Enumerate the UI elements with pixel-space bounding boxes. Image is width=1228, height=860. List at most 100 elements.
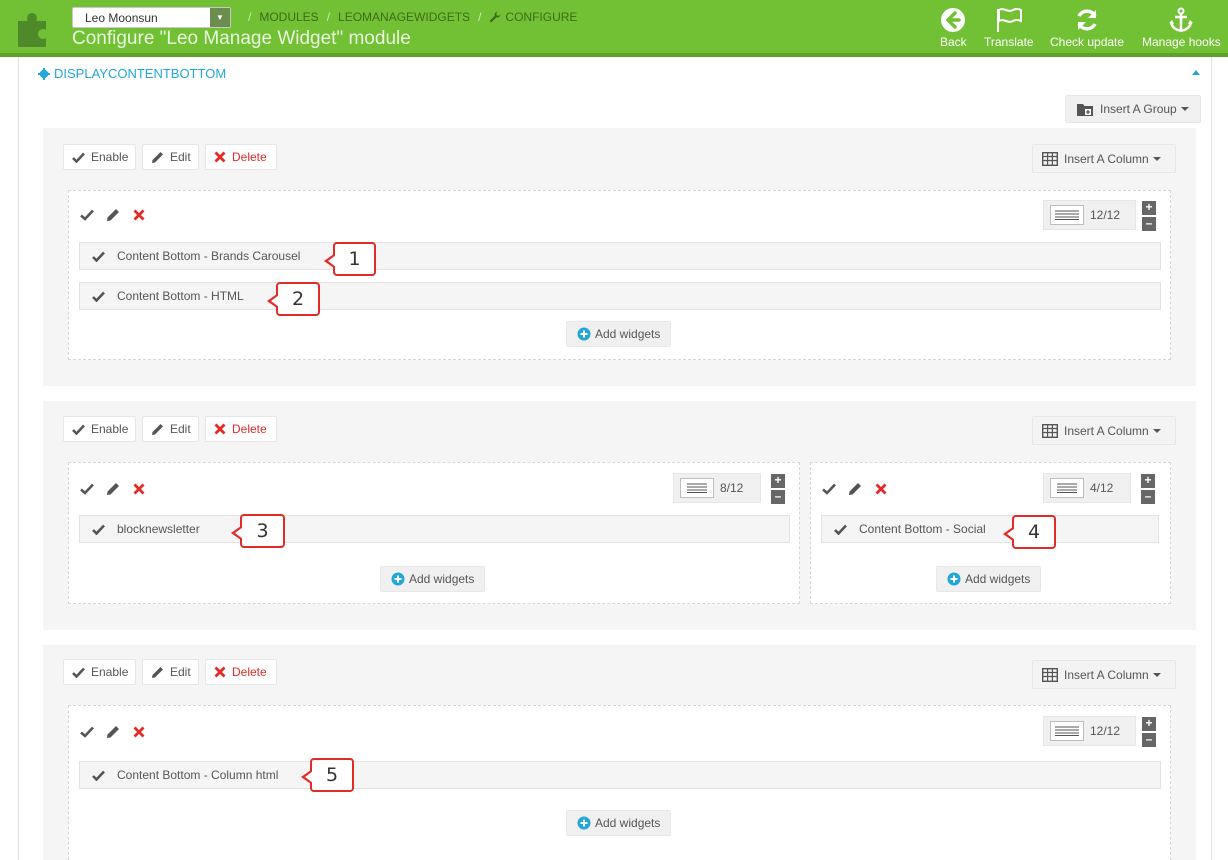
back-arrow-icon (941, 8, 966, 32)
annotation-callout-1: 1 (324, 242, 376, 276)
pencil-icon (152, 151, 163, 163)
table-icon (1042, 423, 1058, 438)
check-icon (72, 152, 85, 163)
increase-width-button[interactable]: + (1142, 717, 1156, 731)
annotation-callout-4: 4 (1003, 515, 1056, 549)
close-icon (214, 151, 226, 163)
delete-label: Delete (232, 150, 267, 164)
widget-label: Content Bottom - HTML (117, 289, 244, 303)
delete-label: Delete (232, 422, 267, 436)
insert-column-button[interactable]: Insert A Column (1032, 660, 1176, 689)
breadcrumb-leomanagewidgets[interactable]: LEOMANAGEWIDGETS (338, 10, 470, 24)
plus-circle-icon (947, 572, 961, 586)
widget-label: Content Bottom - Social (859, 522, 986, 536)
add-widgets-button[interactable]: Add widgets (936, 566, 1042, 592)
breadcrumb-modules[interactable]: MODULES (259, 10, 318, 24)
widget-label: blocknewsletter (117, 522, 200, 536)
insert-column-label: Insert A Column (1064, 423, 1149, 438)
puzzle-module-icon (18, 13, 46, 47)
pencil-icon[interactable] (106, 482, 120, 496)
delete-button[interactable]: Delete (205, 144, 277, 170)
shop-select-value: Leo Moonsun (85, 11, 158, 25)
insert-column-button[interactable]: Insert A Column (1032, 144, 1176, 173)
check-icon[interactable] (80, 483, 94, 495)
caret-down-icon (1152, 428, 1161, 433)
close-icon[interactable] (875, 483, 887, 495)
decrease-width-button[interactable]: – (1142, 733, 1156, 747)
column-width-value: 12/12 (1090, 724, 1121, 738)
pencil-icon[interactable] (106, 208, 120, 222)
decrease-width-button[interactable]: – (771, 490, 785, 504)
decrease-width-button[interactable]: – (1141, 490, 1155, 504)
back-label: Back (940, 35, 967, 49)
insert-column-label: Insert A Column (1064, 151, 1149, 166)
insert-group-button[interactable]: Insert A Group (1065, 95, 1201, 123)
check-icon (92, 251, 105, 262)
section-title[interactable]: DISPLAYCONTENTBOTTOM (38, 66, 226, 81)
column-width-dropdown[interactable]: 12/12 (1043, 716, 1136, 746)
edit-button[interactable]: Edit (142, 144, 199, 170)
back-button[interactable]: Back (940, 7, 967, 49)
close-icon[interactable] (133, 726, 145, 738)
check-icon[interactable] (822, 483, 836, 495)
manage-hooks-button[interactable]: Manage hooks (1142, 7, 1221, 49)
widget-row[interactable]: Content Bottom - Brands Carousel (79, 242, 1161, 270)
page-title: Configure "Leo Manage Widget" module (72, 28, 411, 49)
enable-label: Enable (91, 150, 129, 164)
increase-width-button[interactable]: + (1141, 474, 1155, 488)
check-icon (92, 524, 105, 535)
enable-button[interactable]: Enable (63, 659, 136, 685)
widget-row[interactable]: Content Bottom - Column html (79, 761, 1161, 789)
add-widgets-button[interactable]: Add widgets (380, 566, 486, 592)
delete-button[interactable]: Delete (205, 416, 277, 442)
decrease-width-button[interactable]: – (1142, 217, 1156, 231)
widget-row[interactable]: Content Bottom - HTML (79, 282, 1161, 310)
widget-label: Content Bottom - Brands Carousel (117, 249, 301, 263)
shop-select[interactable]: Leo Moonsun ▼ (72, 7, 231, 28)
add-widgets-button[interactable]: Add widgets (566, 810, 672, 836)
column-width-icon (680, 478, 714, 498)
check-icon (72, 424, 85, 435)
edit-label: Edit (170, 150, 191, 164)
top-header: Leo Moonsun ▼ / MODULES / LEOMANAGEWIDGE… (0, 0, 1228, 57)
column-width-dropdown[interactable]: 4/12 (1043, 473, 1131, 503)
check-icon[interactable] (80, 726, 94, 738)
edit-button[interactable]: Edit (142, 659, 199, 685)
increase-width-button[interactable]: + (771, 474, 785, 488)
enable-button[interactable]: Enable (63, 144, 136, 170)
annotation-callout-2: 2 (267, 282, 320, 316)
table-icon (1042, 151, 1058, 166)
check-icon (834, 524, 847, 535)
gear-icon (38, 67, 50, 80)
delete-button[interactable]: Delete (205, 659, 277, 685)
pencil-icon[interactable] (106, 725, 120, 739)
add-widgets-button[interactable]: Add widgets (566, 321, 672, 347)
column-width-dropdown[interactable]: 8/12 (673, 473, 761, 503)
increase-width-button[interactable]: + (1142, 201, 1156, 215)
check-icon[interactable] (80, 209, 94, 221)
insert-column-button[interactable]: Insert A Column (1032, 416, 1176, 445)
widget-column: 12/12 + – Content Bottom - Column html A… (68, 705, 1171, 860)
column-width-value: 8/12 (720, 481, 744, 495)
check-update-button[interactable]: Check update (1050, 7, 1124, 49)
widget-row[interactable]: blocknewsletter (79, 515, 790, 543)
column-width-icon (1050, 478, 1084, 498)
collapse-caret-icon[interactable] (1192, 70, 1200, 75)
close-icon[interactable] (133, 209, 145, 221)
column-width-dropdown[interactable]: 12/12 (1043, 200, 1136, 230)
table-icon (1042, 667, 1058, 682)
enable-button[interactable]: Enable (63, 416, 136, 442)
widget-row[interactable]: Content Bottom - Social (821, 515, 1159, 543)
enable-label: Enable (91, 665, 129, 679)
widget-label: Content Bottom - Column html (117, 768, 279, 782)
close-icon[interactable] (133, 483, 145, 495)
delete-label: Delete (232, 665, 267, 679)
pencil-icon (152, 666, 163, 678)
edit-button[interactable]: Edit (142, 416, 199, 442)
wrench-icon (490, 10, 502, 22)
translate-button[interactable]: Translate (984, 7, 1034, 49)
pencil-icon[interactable] (848, 482, 862, 496)
enable-label: Enable (91, 422, 129, 436)
widget-column: 4/12 + – Content Bottom - Social Add wid… (810, 462, 1171, 604)
close-icon (214, 666, 226, 678)
